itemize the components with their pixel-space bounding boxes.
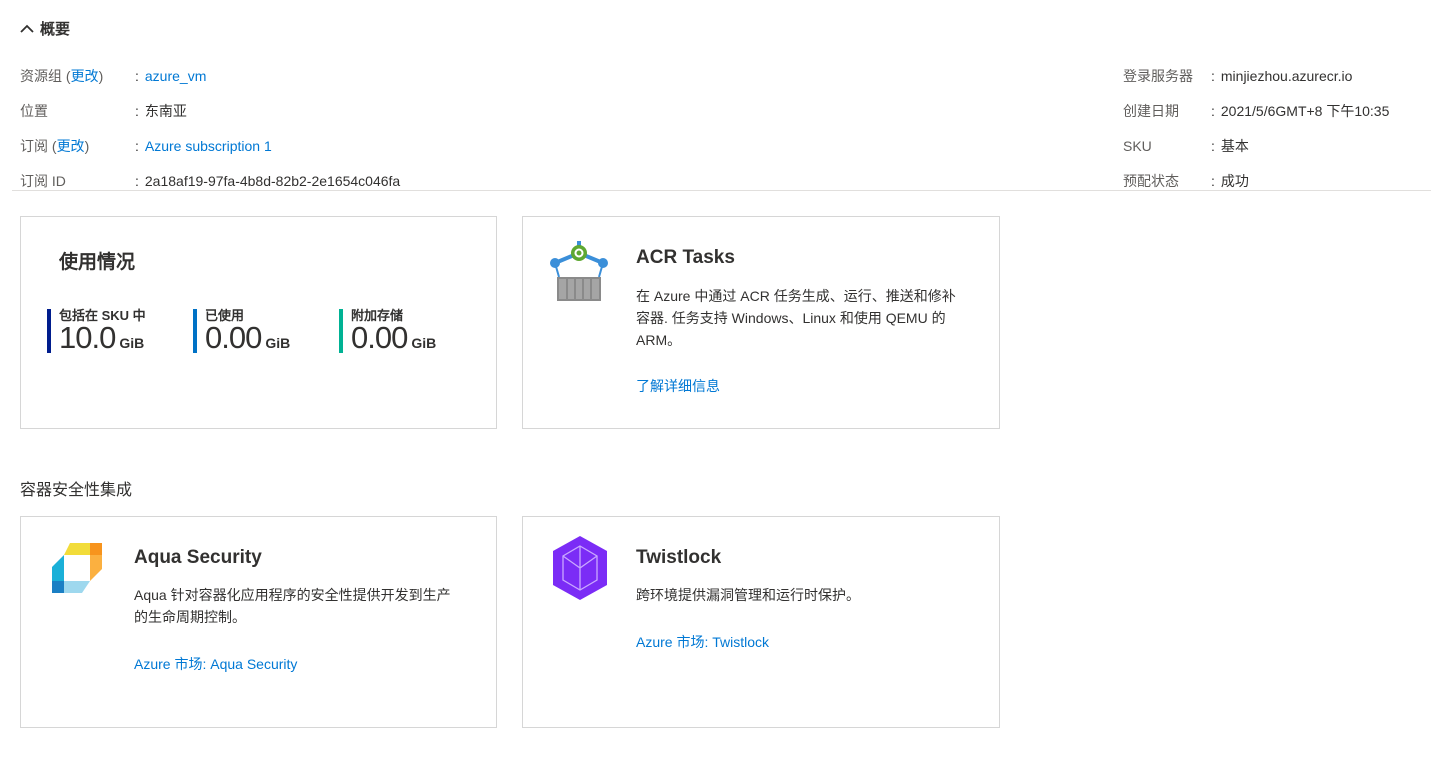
acr-tasks-description: 在 Azure 中通过 ACR 任务生成、运行、推送和修补容器. 任务支持 Wi…	[636, 288, 956, 348]
metric-value: 10.0	[59, 320, 116, 355]
label: 资源组	[20, 67, 62, 84]
aqua-security-card: Aqua Security Aqua 针对容器化应用程序的安全性提供开发到生产的…	[20, 516, 497, 728]
label: 订阅 ID	[20, 172, 66, 189]
usage-card: 使用情况 包括在 SKU 中 10.0 GiB 已使用 0.00 GiB 附加存储 0.0…	[20, 216, 497, 429]
provisioning-state-row: 预配状态: 成功	[1123, 172, 1249, 189]
label: 创建日期	[1123, 102, 1179, 119]
acr-tasks-title: ACR Tasks	[636, 247, 735, 268]
metric-value: 0.00	[205, 320, 262, 355]
provisioning-state-value: 成功	[1220, 172, 1249, 189]
metric-value: 0.00	[351, 320, 408, 355]
aqua-security-logo-icon	[52, 543, 102, 593]
login-server-row: 登录服务器: minjiezhou.azurecr.io	[1123, 67, 1353, 84]
twistlock-title: Twistlock	[636, 547, 722, 568]
acr-tasks-icon	[550, 241, 608, 301]
subscription-row: 订阅 (更改): Azure subscription 1	[20, 137, 272, 154]
essentials-left: 资源组 (更改): azure_vm 位置: 东南亚 订阅 (更改): Azure s…	[20, 58, 400, 198]
resource-group-link[interactable]: azure_vm	[145, 68, 206, 84]
location-row: 位置: 东南亚	[20, 102, 187, 119]
twistlock-card: Twistlock 跨环境提供漏洞管理和运行时保护。 Azure 市场: Twi…	[522, 516, 1000, 728]
label: 位置	[20, 102, 48, 119]
change-resource-group-link[interactable]: 更改	[71, 68, 99, 84]
metric-included: 包括在 SKU 中 10.0 GiB	[47, 309, 146, 353]
metric-unit: GiB	[119, 335, 145, 351]
divider	[12, 190, 1431, 191]
essentials-right: 登录服务器: minjiezhou.azurecr.io 创建日期:2021/5/…	[1123, 58, 1389, 198]
subscription-link[interactable]: Azure subscription 1	[145, 138, 272, 154]
security-section-title: 容器安全性集成	[20, 482, 133, 499]
acr-tasks-card: ACR Tasks 在 Azure 中通过 ACR 任务生成、运行、推送和修补容…	[522, 216, 1000, 429]
sku-value: 基本	[1220, 137, 1249, 154]
chevron-up-icon	[20, 24, 34, 33]
creation-date-row: 创建日期:2021/5/6GMT+8 下午10:35	[1123, 102, 1390, 119]
label: SKU	[1123, 137, 1152, 154]
creation-date-value: 2021/5/6GMT+8 下午10:35	[1220, 102, 1390, 119]
usage-title: 使用情况	[59, 252, 136, 273]
twistlock-logo-icon	[553, 536, 607, 600]
location-value: 东南亚	[144, 102, 187, 119]
label: 预配状态	[1123, 172, 1179, 189]
resource-group-row: 资源组 (更改): azure_vm	[20, 67, 207, 84]
metric-used: 已使用 0.00 GiB	[193, 309, 290, 353]
sku-row: SKU: 基本	[1123, 137, 1249, 154]
metric-unit: GiB	[411, 335, 437, 351]
change-subscription-link[interactable]: 更改	[57, 138, 85, 154]
aqua-marketplace-link[interactable]: Azure 市场: Aqua Security	[134, 654, 297, 674]
aqua-title: Aqua Security	[134, 547, 262, 568]
overview-toggle[interactable]: 概要	[20, 18, 70, 39]
subscription-id-value: 2a18af19-97fa-4b8d-82b2-2e1654c046fa	[144, 172, 401, 189]
label: 登录服务器	[1123, 67, 1193, 84]
twistlock-description: 跨环境提供漏洞管理和运行时保护。	[636, 587, 860, 603]
learn-more-link[interactable]: 了解详细信息	[636, 376, 720, 396]
overview-title: 概要	[40, 21, 71, 38]
metric-unit: GiB	[265, 335, 291, 351]
subscription-id-row: 订阅 ID:2a18af19-97fa-4b8d-82b2-2e1654c046…	[20, 172, 401, 189]
aqua-description: Aqua 针对容器化应用程序的安全性提供开发到生产的生命周期控制。	[134, 587, 451, 625]
label: 订阅	[20, 137, 48, 154]
login-server-value: minjiezhou.azurecr.io	[1220, 67, 1353, 84]
metric-additional: 附加存储 0.00 GiB	[339, 309, 436, 353]
twistlock-marketplace-link[interactable]: Azure 市场: Twistlock	[636, 632, 769, 652]
